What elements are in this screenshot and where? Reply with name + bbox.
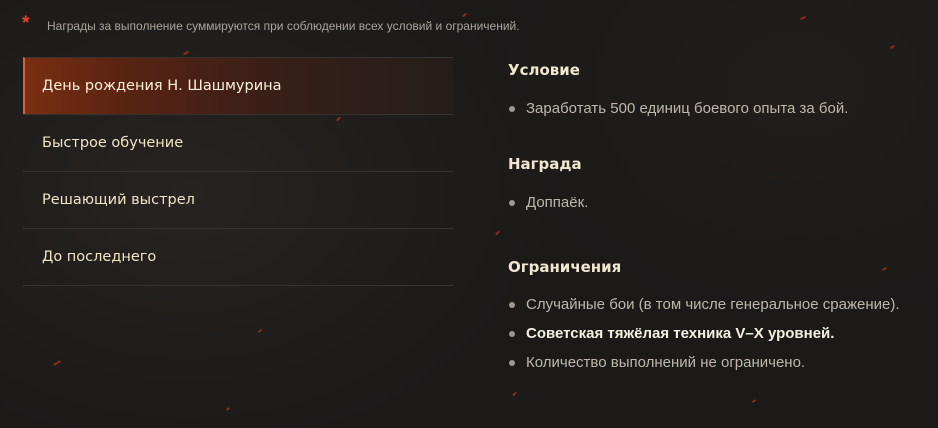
condition-item: Заработать 500 единиц боевого опыта за б…	[508, 98, 933, 119]
tab-to-the-last[interactable]: До последнего	[23, 228, 453, 286]
reward-item: Доппаёк.	[508, 192, 933, 213]
condition-list: Заработать 500 единиц боевого опыта за б…	[508, 98, 933, 119]
restriction-item: Советская тяжёлая техника V–X уровней.	[508, 323, 933, 344]
asterisk-icon: *	[22, 13, 30, 34]
reward-list: Доппаёк.	[508, 192, 933, 213]
condition-section: Условие Заработать 500 единиц боевого оп…	[508, 58, 933, 119]
restriction-item: Количество выполнений не ограничено.	[508, 352, 933, 373]
restrictions-section: Ограничения Случайные бои (в том числе г…	[508, 255, 933, 373]
tab-quick-training[interactable]: Быстрое обучение	[23, 114, 453, 171]
reward-section: Награда Доппаёк.	[508, 152, 933, 213]
reward-title: Награда	[508, 155, 582, 173]
mission-tabs: День рождения Н. Шашмурина Быстрое обуче…	[23, 57, 453, 286]
restrictions-list: Случайные бои (в том числе генеральное с…	[508, 294, 933, 373]
rewards-notice: * Награды за выполнение суммируются при …	[22, 13, 520, 35]
restrictions-title: Ограничения	[508, 258, 622, 276]
tab-decisive-shot[interactable]: Решающий выстрел	[23, 171, 453, 228]
mission-details: Условие Заработать 500 единиц боевого оп…	[508, 58, 933, 373]
tab-nikolai-shashmurin-birthday[interactable]: День рождения Н. Шашмурина	[23, 57, 453, 114]
condition-title: Условие	[508, 61, 580, 79]
notice-text: Награды за выполнение суммируются при со…	[47, 19, 520, 33]
restriction-item: Случайные бои (в том числе генеральное с…	[508, 294, 933, 315]
